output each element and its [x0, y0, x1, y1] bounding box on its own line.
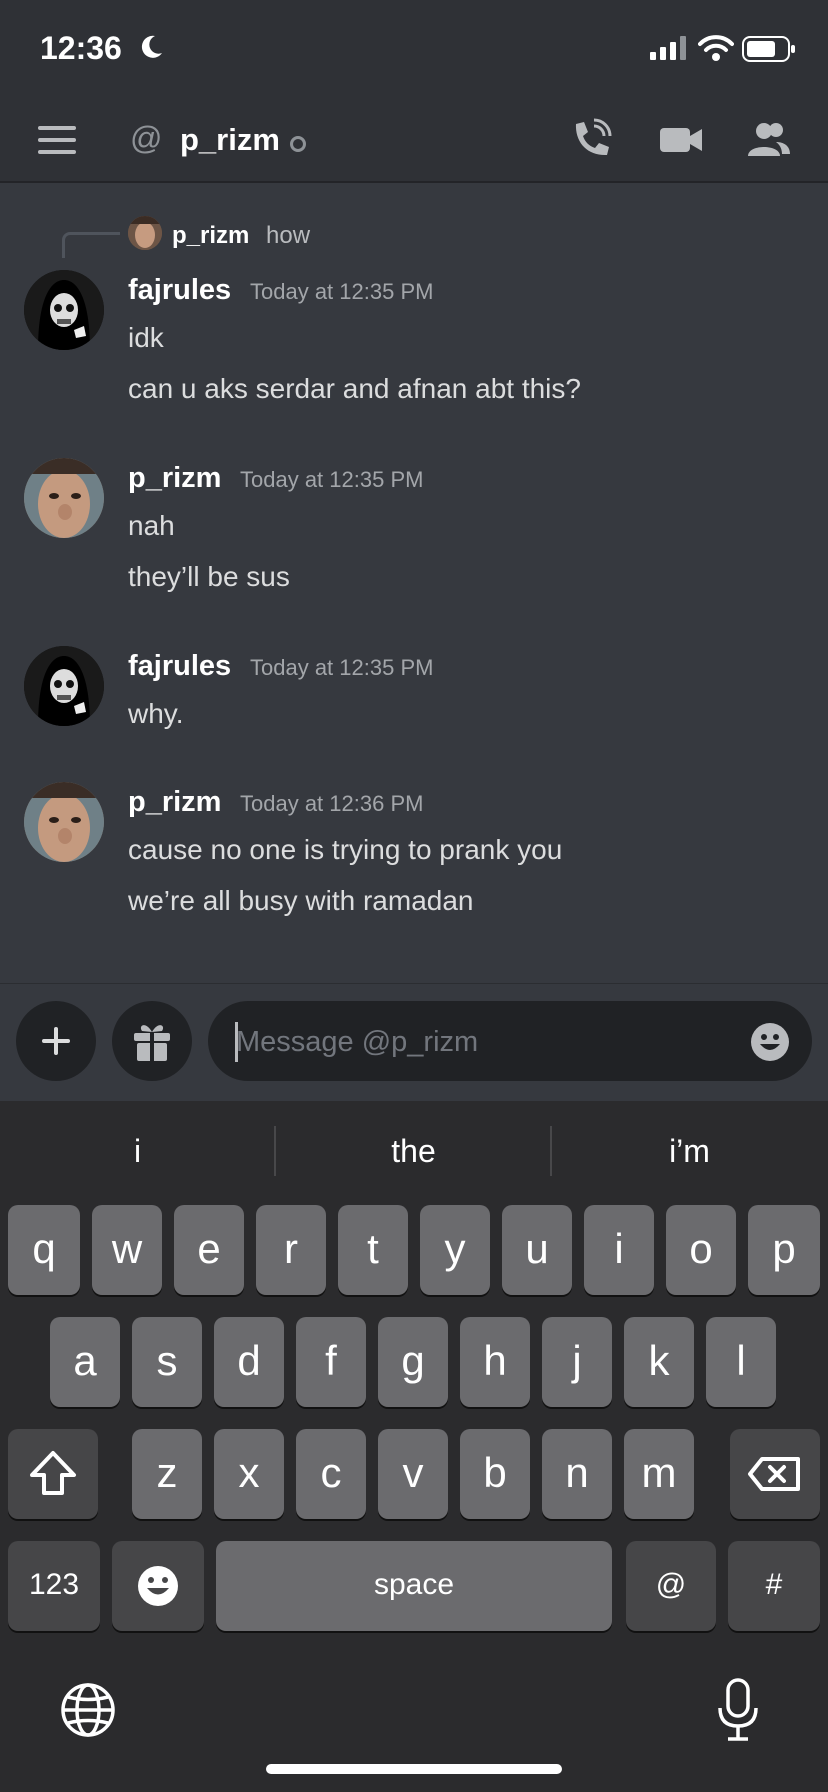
message-timestamp: Today at 12:35 PM: [240, 467, 424, 492]
key[interactable]: m: [624, 1429, 694, 1519]
add-attachment-button[interactable]: [16, 1001, 96, 1081]
avatar[interactable]: [24, 270, 104, 350]
microphone-icon[interactable]: [716, 1678, 760, 1742]
message-text[interactable]: they’ll be sus: [128, 561, 290, 593]
key[interactable]: z: [132, 1429, 202, 1519]
battery-icon: [742, 36, 795, 62]
emoji-icon: [138, 1566, 178, 1606]
reply-avatar: [128, 216, 162, 250]
message-text[interactable]: why.: [128, 698, 184, 730]
message-author[interactable]: p_rizm: [128, 786, 221, 819]
reply-text[interactable]: how: [266, 222, 310, 250]
gift-icon: [134, 1025, 170, 1061]
message-timestamp: Today at 12:35 PM: [250, 279, 434, 304]
message-text[interactable]: cause no one is trying to prank you: [128, 834, 562, 866]
wifi-icon: [698, 35, 734, 61]
message-text[interactable]: we’re all busy with ramadan: [128, 885, 474, 917]
gift-button[interactable]: [112, 1001, 192, 1081]
moon-icon: [141, 35, 162, 58]
suggestion[interactable]: i: [40, 1126, 235, 1176]
plus-icon: [42, 1027, 70, 1055]
message-text[interactable]: idk: [128, 322, 164, 354]
menu-icon[interactable]: [38, 126, 76, 154]
avatar[interactable]: [24, 458, 104, 538]
at-icon: @: [130, 120, 163, 156]
key[interactable]: e: [174, 1205, 244, 1295]
key[interactable]: x: [214, 1429, 284, 1519]
key[interactable]: f: [296, 1317, 366, 1407]
key[interactable]: c: [296, 1429, 366, 1519]
key[interactable]: j: [542, 1317, 612, 1407]
key[interactable]: u: [502, 1205, 572, 1295]
backspace-key[interactable]: [730, 1429, 820, 1519]
shift-icon: [30, 1451, 76, 1495]
key[interactable]: a: [50, 1317, 120, 1407]
message-placeholder[interactable]: Message @p_rizm: [236, 1026, 478, 1059]
avatar[interactable]: [24, 782, 104, 862]
offline-status-icon: [290, 136, 306, 152]
key[interactable]: v: [378, 1429, 448, 1519]
numbers-key[interactable]: 123: [8, 1541, 100, 1631]
emoji-icon[interactable]: [750, 1022, 790, 1062]
message-text[interactable]: can u aks serdar and afnan abt this?: [128, 373, 581, 405]
key[interactable]: p: [748, 1205, 820, 1295]
message-text[interactable]: nah: [128, 510, 175, 542]
message-author[interactable]: fajrules: [128, 274, 231, 307]
key[interactable]: n: [542, 1429, 612, 1519]
key[interactable]: w: [92, 1205, 162, 1295]
key[interactable]: q: [8, 1205, 80, 1295]
screen: 12:36 @ p_rizm p_rizm how fajrules Today…: [0, 0, 828, 1792]
hash-key[interactable]: #: [728, 1541, 820, 1631]
phone-call-icon[interactable]: [568, 118, 614, 162]
key[interactable]: d: [214, 1317, 284, 1407]
key[interactable]: s: [132, 1317, 202, 1407]
avatar[interactable]: [24, 646, 104, 726]
home-indicator[interactable]: [266, 1764, 562, 1774]
key[interactable]: b: [460, 1429, 530, 1519]
reply-author[interactable]: p_rizm: [172, 222, 249, 250]
members-icon[interactable]: [746, 118, 792, 162]
backspace-icon: [748, 1457, 800, 1491]
status-time: 12:36: [40, 30, 122, 66]
key[interactable]: t: [338, 1205, 408, 1295]
key[interactable]: i: [584, 1205, 654, 1295]
message-author[interactable]: p_rizm: [128, 462, 221, 495]
key[interactable]: h: [460, 1317, 530, 1407]
key[interactable]: k: [624, 1317, 694, 1407]
space-key[interactable]: space: [216, 1541, 612, 1631]
header: 12:36 @ p_rizm: [0, 0, 828, 183]
key[interactable]: o: [666, 1205, 736, 1295]
suggestion-divider: [274, 1126, 276, 1176]
suggestion-divider: [550, 1126, 552, 1176]
globe-icon[interactable]: [60, 1682, 116, 1738]
suggestion[interactable]: the: [316, 1126, 511, 1176]
at-key[interactable]: @: [626, 1541, 716, 1631]
key[interactable]: y: [420, 1205, 490, 1295]
message-timestamp: Today at 12:36 PM: [240, 791, 424, 816]
shift-key[interactable]: [8, 1429, 98, 1519]
emoji-keyboard-key[interactable]: [112, 1541, 204, 1631]
key[interactable]: l: [706, 1317, 776, 1407]
signal-icon: [650, 36, 686, 60]
reply-connector: [62, 232, 120, 258]
key[interactable]: r: [256, 1205, 326, 1295]
message-timestamp: Today at 12:35 PM: [250, 655, 434, 680]
suggestion[interactable]: i’m: [592, 1126, 787, 1176]
key[interactable]: g: [378, 1317, 448, 1407]
dm-title[interactable]: p_rizm: [180, 122, 280, 158]
video-camera-icon[interactable]: [658, 118, 704, 162]
message-author[interactable]: fajrules: [128, 650, 231, 683]
